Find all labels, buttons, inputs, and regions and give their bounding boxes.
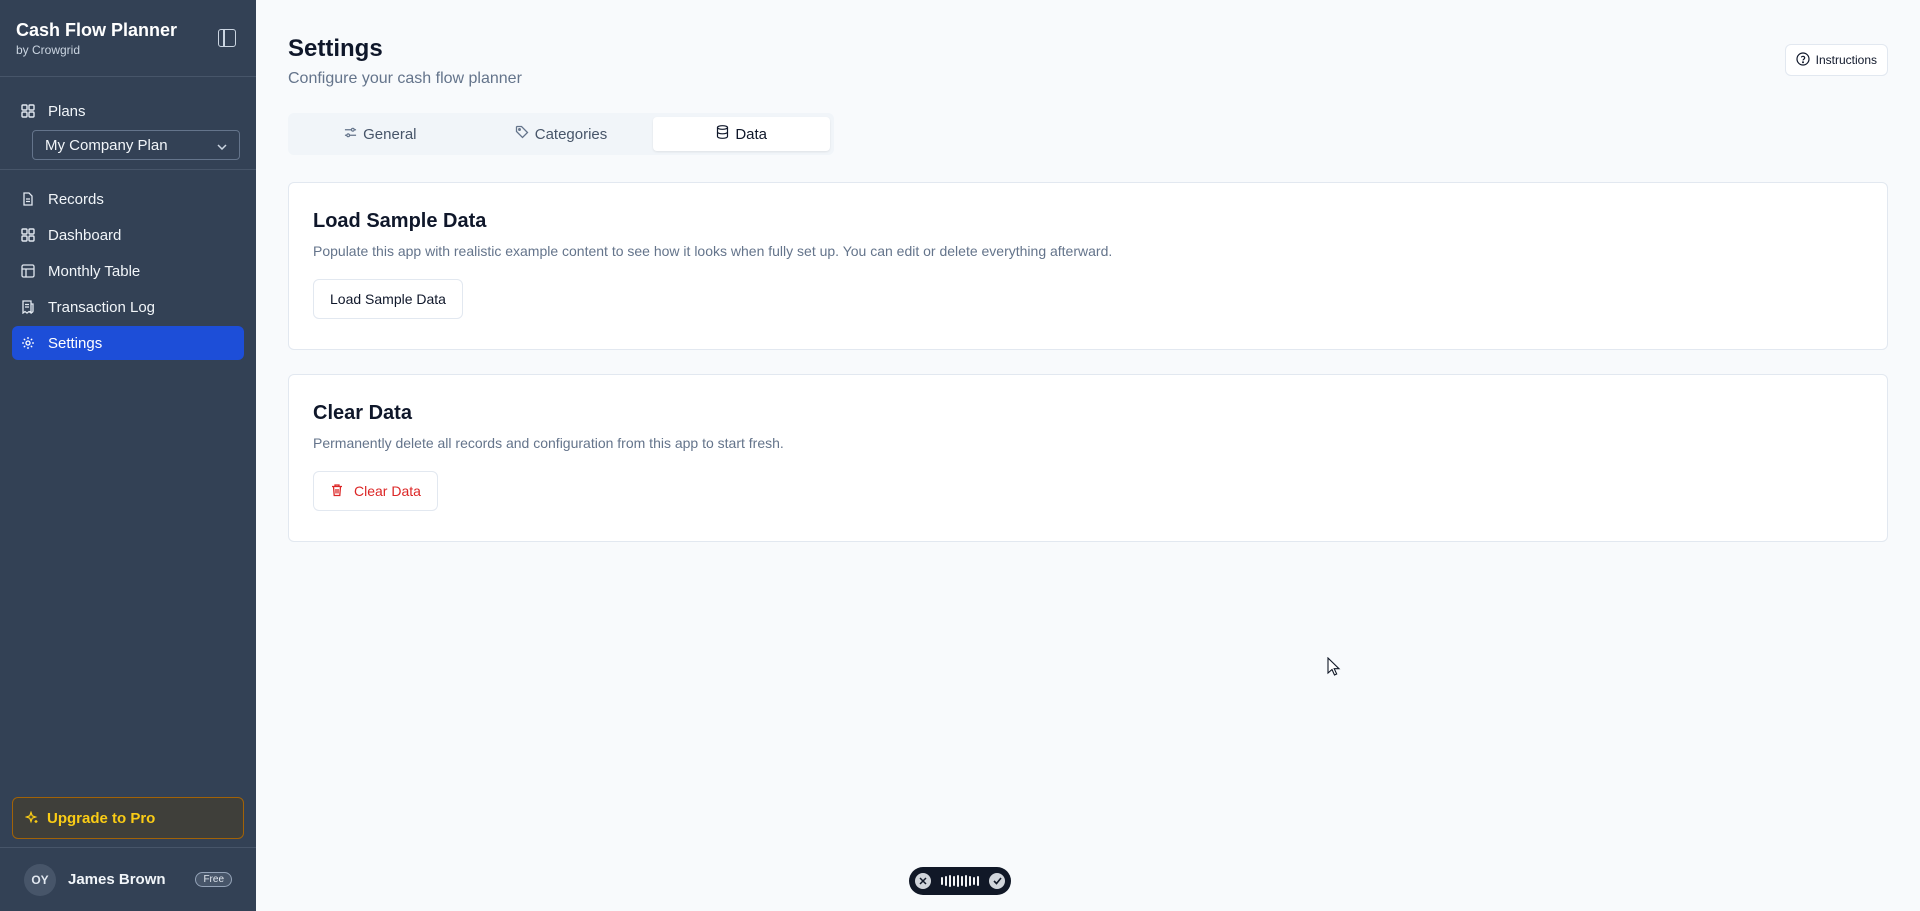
upgrade-button[interactable]: Upgrade to Pro (12, 797, 244, 839)
app-subtitle: by Crowgrid (16, 43, 81, 57)
sidebar-item-plans[interactable]: Plans (12, 94, 244, 128)
sidebar-item-transaction-log[interactable]: Transaction Log (12, 290, 244, 324)
database-icon (716, 125, 729, 143)
sidebar-item-label: Records (48, 190, 104, 208)
sidebar-item-label: Monthly Table (48, 262, 141, 280)
tab-data[interactable]: Data (653, 117, 831, 151)
sidebar: Cash Flow Planner by Crowgrid Plans My C… (0, 0, 256, 911)
sparkles-icon (25, 811, 39, 825)
clear-data-card: Clear Data Permanently delete all record… (288, 374, 1888, 542)
plan-select-value: My Company Plan (45, 136, 168, 154)
load-sample-data-button[interactable]: Load Sample Data (313, 279, 463, 319)
mouse-cursor-icon (1327, 656, 1341, 682)
tab-label: Categories (534, 125, 608, 143)
sidebar-item-label: Transaction Log (48, 298, 156, 316)
button-label: Load Sample Data (330, 291, 446, 307)
sliders-icon (344, 126, 357, 143)
avatar: OY (24, 863, 56, 896)
sidebar-toggle-icon[interactable] (218, 29, 236, 47)
page-title: Settings (288, 35, 383, 62)
sidebar-item-dashboard[interactable]: Dashboard (12, 218, 244, 252)
card-description: Permanently delete all records and confi… (313, 435, 784, 451)
sidebar-header: Cash Flow Planner by Crowgrid (0, 0, 256, 77)
instructions-label: Instructions (1815, 53, 1877, 67)
receipt-icon (20, 299, 36, 315)
plan-select[interactable]: My Company Plan (32, 130, 240, 160)
check-icon[interactable] (989, 873, 1005, 889)
table-icon (20, 263, 36, 279)
close-icon[interactable] (915, 873, 931, 889)
sidebar-item-records[interactable]: Records (12, 182, 244, 216)
app-root: Cash Flow Planner by Crowgrid Plans My C… (0, 0, 1920, 911)
help-circle-icon (1796, 51, 1810, 69)
tab-label: Data (735, 125, 768, 143)
sidebar-item-monthly-table[interactable]: Monthly Table (12, 254, 244, 288)
button-label: Clear Data (354, 483, 421, 499)
gear-icon (20, 335, 36, 351)
clear-data-button[interactable]: Clear Data (313, 471, 438, 511)
card-description: Populate this app with realistic example… (313, 243, 1113, 259)
settings-tabs: General Categories Data (288, 113, 834, 155)
waveform-icon (941, 875, 979, 887)
chevron-down-icon (217, 137, 227, 154)
layout-grid-icon (20, 227, 36, 243)
upgrade-label: Upgrade to Pro (47, 809, 156, 827)
card-title: Clear Data (313, 402, 412, 424)
user-name: James Brown (68, 871, 166, 888)
sidebar-item-label: Dashboard (48, 226, 122, 244)
recording-control (909, 867, 1011, 895)
tab-general[interactable]: General (292, 117, 469, 151)
sidebar-item-label: Settings (48, 334, 103, 352)
user-profile[interactable]: OY James Brown Free (0, 847, 256, 911)
app-title: Cash Flow Planner (16, 20, 178, 40)
trash-icon (330, 483, 344, 500)
sidebar-item-settings[interactable]: Settings (12, 326, 244, 360)
tab-label: General (363, 125, 417, 143)
card-title: Load Sample Data (313, 210, 487, 232)
sidebar-nav: Records Dashboard Monthly Table Transact… (0, 170, 256, 360)
page-subtitle: Configure your cash flow planner (288, 70, 522, 87)
instructions-button[interactable]: Instructions (1784, 44, 1888, 76)
tag-icon (515, 125, 529, 143)
plans-section: Plans My Company Plan (0, 77, 256, 170)
main-content: Settings Configure your cash flow planne… (256, 0, 1920, 911)
sidebar-bottom: Upgrade to Pro OY James Brown Free (0, 797, 256, 911)
file-text-icon (20, 191, 36, 207)
layout-grid-icon (20, 103, 36, 119)
sidebar-item-label: Plans (48, 102, 86, 120)
plan-badge: Free (195, 872, 232, 887)
tab-categories[interactable]: Categories (473, 117, 650, 151)
load-sample-data-card: Load Sample Data Populate this app with … (288, 182, 1888, 350)
